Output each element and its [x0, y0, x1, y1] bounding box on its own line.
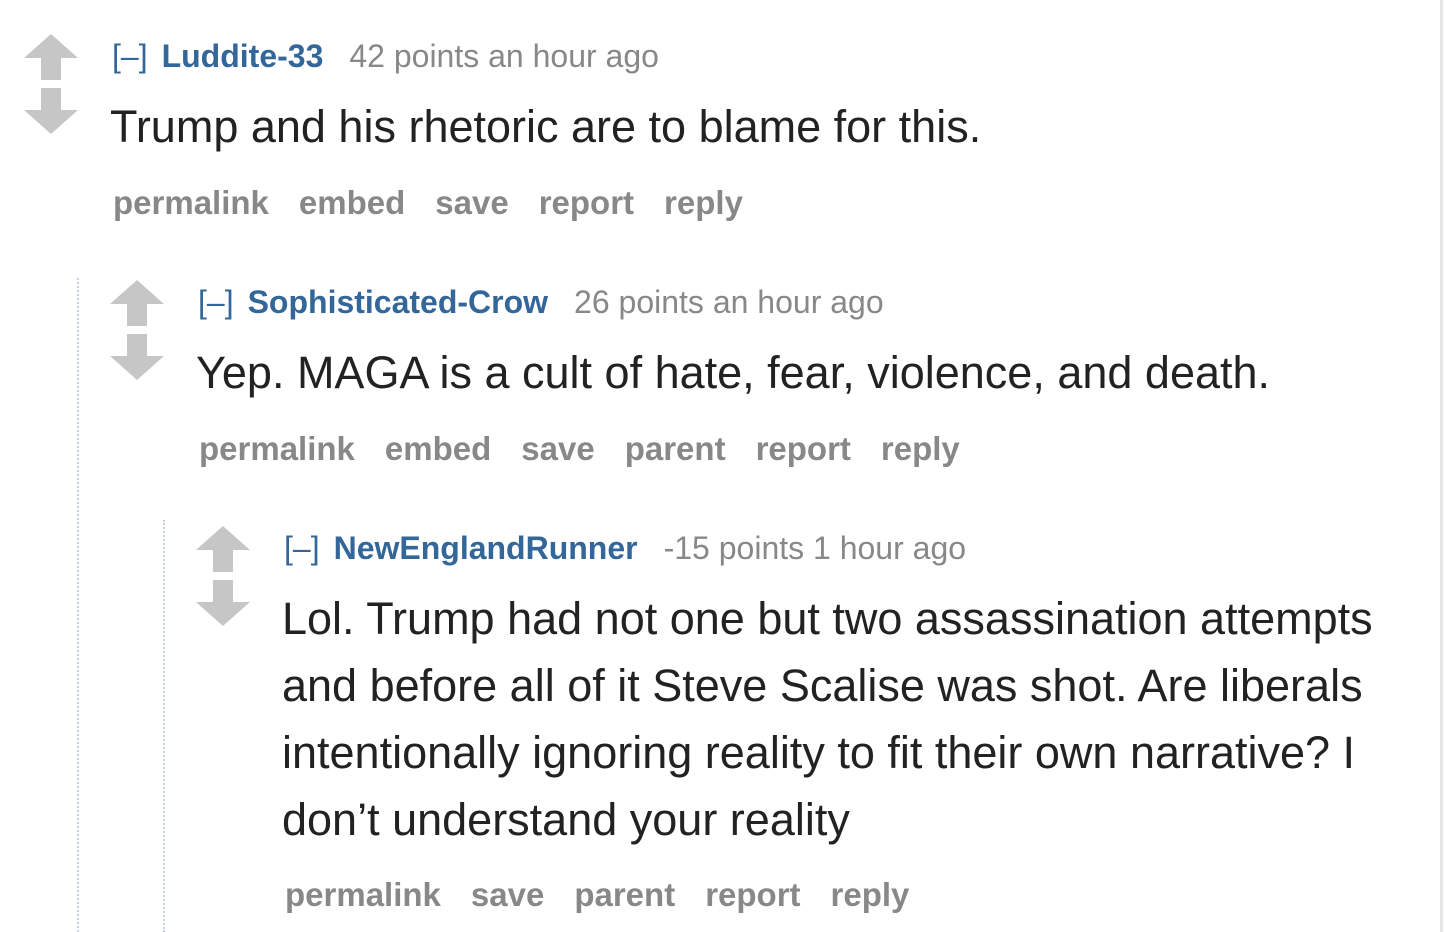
thread-line-level-2[interactable] — [163, 520, 165, 932]
permalink-button[interactable]: permalink — [113, 184, 269, 221]
reply-button[interactable]: reply — [881, 430, 960, 467]
comment-actions: permalink save parent report reply — [285, 875, 939, 915]
upvote-arrow-icon[interactable] — [196, 526, 250, 572]
author-link[interactable]: Sophisticated-Crow — [248, 284, 548, 320]
vote-controls — [110, 280, 164, 380]
author-link[interactable]: NewEnglandRunner — [334, 530, 638, 566]
vote-controls — [196, 526, 250, 626]
comment-body-line: Trump and his rhetoric are to blame for … — [110, 101, 982, 152]
thread-line-level-1[interactable] — [77, 278, 79, 932]
comment-body-line: intentionally ignoring reality to fit th… — [282, 727, 1356, 778]
collapse-toggle[interactable]: [–] — [198, 284, 234, 320]
upvote-arrow-icon[interactable] — [24, 34, 78, 80]
collapse-toggle[interactable]: [–] — [284, 530, 320, 566]
timestamp[interactable]: 1 hour ago — [813, 530, 966, 566]
save-button[interactable]: save — [435, 184, 508, 221]
collapse-toggle[interactable]: [–] — [112, 38, 148, 74]
comment-body-line: Lol. Trump had not one but two assassina… — [282, 593, 1373, 644]
comment-tagline: [–] Luddite-33 42 points an hour ago — [112, 36, 659, 76]
save-button[interactable]: save — [471, 876, 544, 913]
report-button[interactable]: report — [705, 876, 800, 913]
vote-controls — [24, 34, 78, 134]
comment-body-line: and before all of it Steve Scalise was s… — [282, 660, 1363, 711]
comment-tagline: [–] Sophisticated-Crow 26 points an hour a… — [198, 282, 884, 322]
author-link[interactable]: Luddite-33 — [162, 38, 324, 74]
save-button[interactable]: save — [521, 430, 594, 467]
comment-thread: [–] Luddite-33 42 points an hour ago Trump… — [0, 0, 1446, 932]
page-right-border — [1440, 0, 1443, 932]
downvote-arrow-icon[interactable] — [24, 88, 78, 134]
reply-button[interactable]: reply — [664, 184, 743, 221]
downvote-arrow-icon[interactable] — [196, 580, 250, 626]
comment-body: Yep. MAGA is a cult of hate, fear, viole… — [196, 339, 1270, 406]
embed-button[interactable]: embed — [299, 184, 405, 221]
timestamp[interactable]: an hour ago — [488, 38, 659, 74]
score: 26 points — [574, 284, 704, 320]
parent-button[interactable]: parent — [625, 430, 726, 467]
score: -15 points — [663, 530, 805, 566]
comment-actions: permalink embed save report reply — [113, 183, 773, 223]
reply-button[interactable]: reply — [831, 876, 910, 913]
permalink-button[interactable]: permalink — [285, 876, 441, 913]
comment-body-line: Yep. MAGA is a cult of hate, fear, viole… — [196, 347, 1271, 398]
downvote-arrow-icon[interactable] — [110, 334, 164, 380]
embed-button[interactable]: embed — [385, 430, 491, 467]
comment-tagline: [–] NewEnglandRunner -15 points 1 hour ago — [284, 528, 966, 568]
permalink-button[interactable]: permalink — [199, 430, 355, 467]
timestamp[interactable]: an hour ago — [713, 284, 884, 320]
report-button[interactable]: report — [539, 184, 634, 221]
comment-actions: permalink embed save parent report reply — [199, 429, 990, 469]
score: 42 points — [349, 38, 480, 74]
report-button[interactable]: report — [756, 430, 851, 467]
parent-button[interactable]: parent — [574, 876, 675, 913]
upvote-arrow-icon[interactable] — [110, 280, 164, 326]
comment-body: Trump and his rhetoric are to blame for … — [110, 93, 981, 160]
comment-body: Lol. Trump had not one but two assassina… — [282, 585, 1373, 853]
comment-body-line: don’t understand your reality — [282, 794, 850, 845]
